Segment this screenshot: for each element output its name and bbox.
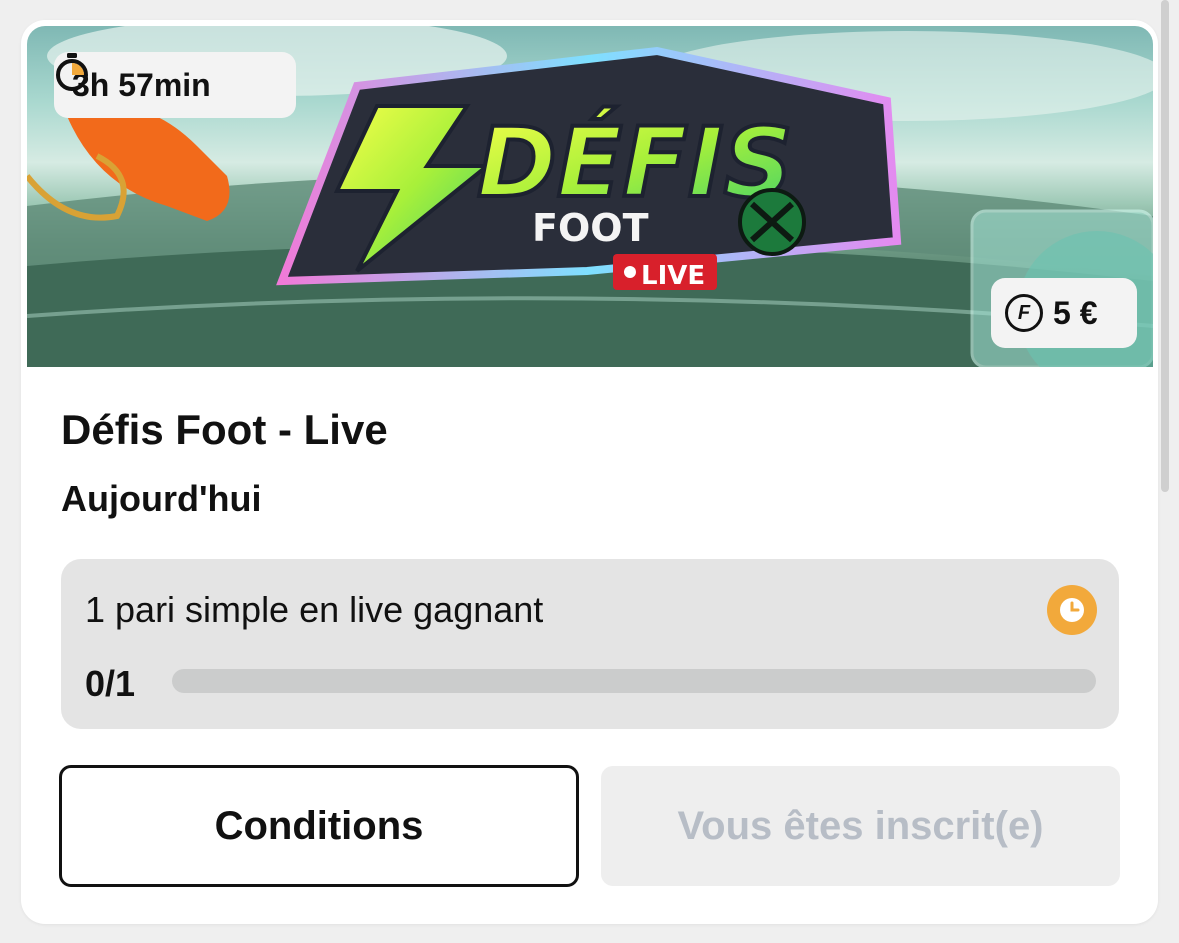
mission-box: 1 pari simple en live gagnant 0/1: [61, 559, 1119, 729]
conditions-button[interactable]: Conditions: [59, 765, 579, 887]
freebet-coin-icon: F: [1005, 294, 1043, 332]
reward-badge: F 5 €: [991, 278, 1137, 348]
mission-label: 1 pari simple en live gagnant: [85, 589, 544, 630]
banner-logo-live: LIVE: [641, 261, 705, 291]
challenge-card: DÉFIS FOOT LIVE 3h 57min F 5 € Défis Foo…: [21, 20, 1158, 924]
reward-amount: 5 €: [1053, 294, 1098, 331]
banner-logo-sub: FOOT: [532, 206, 649, 250]
coin-letter: F: [1017, 301, 1031, 324]
timer-text: 3h 57min: [72, 66, 211, 103]
clock-icon: [1047, 585, 1097, 635]
registered-button[interactable]: Vous êtes inscrit(e): [601, 766, 1120, 886]
mission-progress-bar: [172, 669, 1096, 693]
timer-badge: 3h 57min: [54, 52, 296, 118]
challenge-title: Défis Foot - Live: [61, 406, 388, 453]
challenge-banner: DÉFIS FOOT LIVE 3h 57min F 5 €: [27, 26, 1153, 367]
challenge-date: Aujourd'hui: [61, 478, 262, 519]
stopwatch-icon: [56, 53, 88, 91]
page-scrollbar[interactable]: [1161, 0, 1169, 492]
mission-progress-text: 0/1: [85, 663, 136, 704]
